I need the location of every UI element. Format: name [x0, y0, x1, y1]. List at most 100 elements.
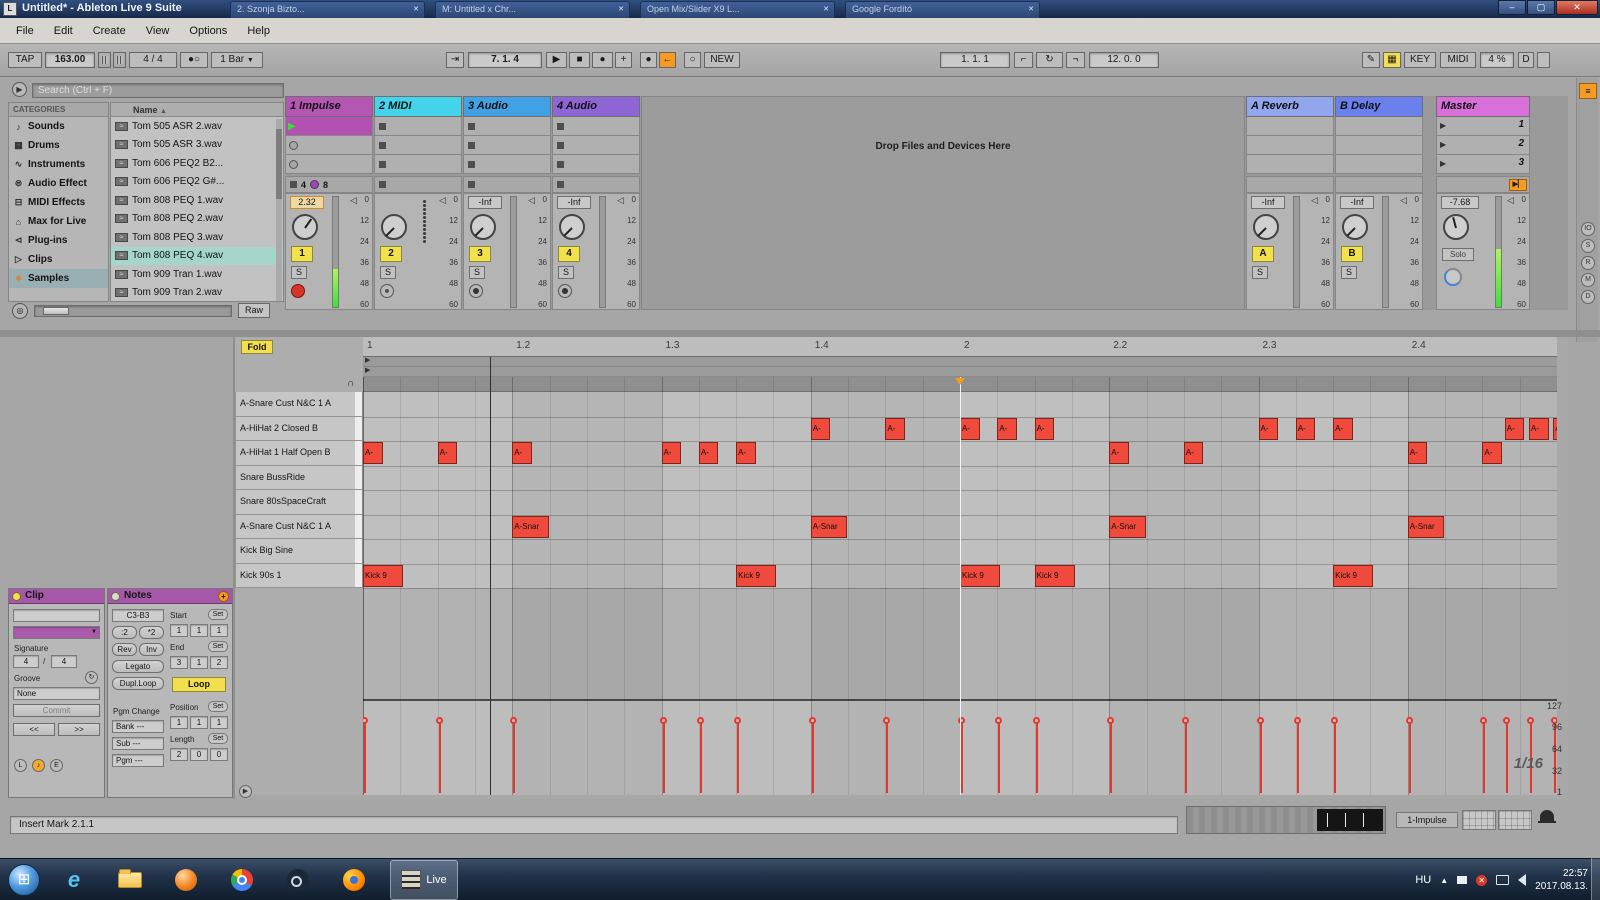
volume-knob[interactable]: [559, 214, 585, 240]
velocity-handle[interactable]: [1107, 716, 1115, 724]
clip-slot[interactable]: [374, 155, 462, 174]
midi-note[interactable]: A-: [1407, 442, 1428, 464]
midi-row-label[interactable]: A-Snare Cust N&C 1 A: [235, 514, 355, 539]
launch-box-toggle[interactable]: L: [14, 759, 27, 772]
fold-button[interactable]: Fold: [241, 340, 273, 354]
clip-stop-icon[interactable]: [468, 122, 475, 130]
taskbar-app-steam[interactable]: [272, 860, 324, 900]
track-activator[interactable]: 4: [558, 246, 580, 262]
arm-button[interactable]: [291, 284, 305, 298]
midi-note[interactable]: A-: [960, 417, 980, 440]
velocity-stem[interactable]: [737, 720, 740, 793]
end-beat-field[interactable]: 1: [190, 656, 208, 669]
velocity-stem[interactable]: [1110, 720, 1113, 793]
midi-note[interactable]: Kick 9: [960, 564, 1001, 587]
menu-file[interactable]: File: [6, 21, 44, 41]
midi-row-label[interactable]: A-Snare Cust N&C 1 A: [235, 392, 355, 417]
velocity-handle[interactable]: [1405, 716, 1413, 724]
velocity-handle[interactable]: [696, 716, 704, 724]
clip-slot[interactable]: [1246, 136, 1334, 155]
midi-map-button[interactable]: MIDI: [1440, 52, 1476, 68]
start-sixteenth-field[interactable]: 1: [210, 624, 228, 637]
velocity-handle[interactable]: [1331, 716, 1339, 724]
clip-stop-icon[interactable]: [557, 160, 564, 168]
clip-stop-icon[interactable]: [379, 141, 386, 149]
velocity-fold-icon[interactable]: ▶: [239, 785, 252, 798]
commit-button[interactable]: Commit: [13, 704, 100, 717]
scene-slot-3[interactable]: ▶ 3: [1436, 155, 1530, 174]
category-midi-effects[interactable]: ⊟ MIDI Effects: [9, 193, 108, 212]
menu-edit[interactable]: Edit: [44, 21, 83, 41]
preview-volume-slider[interactable]: [34, 305, 232, 317]
browser-collapse-icon[interactable]: ▶: [12, 82, 27, 97]
search-input[interactable]: Search (Ctrl + F): [32, 83, 284, 98]
velocity-handle[interactable]: [659, 716, 667, 724]
velocity-handle[interactable]: [808, 716, 816, 724]
velocity-stem[interactable]: [1035, 720, 1038, 793]
velocity-handle[interactable]: [1502, 716, 1510, 724]
track-status-row[interactable]: [463, 176, 551, 193]
solo-button[interactable]: S: [558, 266, 574, 279]
follow-button[interactable]: ⇥: [446, 52, 464, 68]
set-position-button[interactable]: Set: [208, 701, 228, 712]
clip-overview-strip[interactable]: [1186, 806, 1386, 834]
clip-slot[interactable]: [285, 155, 373, 174]
end-sixteenth-field[interactable]: 2: [210, 656, 228, 669]
sub-bank-select[interactable]: Sub ---: [112, 737, 164, 750]
velocity-stem[interactable]: [1408, 720, 1411, 793]
note-range-field[interactable]: C3-B3: [112, 609, 164, 622]
clip-slot[interactable]: [1335, 136, 1423, 155]
midi-note[interactable]: A-: [736, 442, 756, 464]
invert-button[interactable]: Inv: [139, 643, 164, 656]
velocity-handle[interactable]: [363, 716, 368, 724]
file-row[interactable]: ≈ Tom 606 PEQ2 B2...: [111, 154, 283, 173]
velocity-stem[interactable]: [1259, 720, 1262, 793]
session-record-button[interactable]: ●: [640, 52, 657, 68]
solo-button[interactable]: S: [1341, 266, 1357, 279]
show-r-toggle[interactable]: R: [1581, 256, 1595, 270]
midi-note[interactable]: Kick 9: [1034, 564, 1075, 587]
clip-signature-numerator[interactable]: 4: [13, 655, 39, 668]
velocity-stem[interactable]: [699, 720, 702, 793]
legato-button[interactable]: Legato: [112, 660, 164, 673]
clip-slot[interactable]: [552, 136, 640, 155]
set-end-button[interactable]: Set: [208, 641, 228, 652]
volume-knob[interactable]: [381, 214, 407, 240]
overview-toggle-icon[interactable]: ≡: [1579, 83, 1597, 99]
draw-mode-button[interactable]: ○: [684, 52, 701, 68]
tab-close-icon[interactable]: ✕: [411, 5, 421, 15]
file-row[interactable]: ≈ Tom 808 PEQ 1.wav: [111, 191, 283, 210]
headphone-icon[interactable]: ∩: [347, 378, 354, 389]
note-grid[interactable]: 1 1.2 1.3 1.4 2 2.2 2.3 2.4 ▶ ▶ A- A- A- A- A- A- A- A- A-…: [363, 337, 1557, 795]
track-header-master[interactable]: Master: [1436, 96, 1530, 117]
menu-view[interactable]: View: [136, 21, 180, 41]
track-activator[interactable]: 2: [380, 246, 402, 262]
solo-button[interactable]: S: [1252, 266, 1268, 279]
double-time-button[interactable]: *2: [139, 626, 164, 639]
loop-start-field[interactable]: 1. 1. 1: [940, 52, 1010, 68]
background-tab[interactable]: Google Fordító ✕: [845, 1, 1040, 18]
track-header-3-audio[interactable]: 3 Audio: [463, 96, 551, 117]
overdub-plus-button[interactable]: +: [615, 52, 632, 68]
velocity-handle[interactable]: [1293, 716, 1301, 724]
midi-note[interactable]: A-: [661, 442, 682, 464]
volume-knob[interactable]: [1342, 214, 1368, 240]
alert-badge-icon[interactable]: ✕: [1476, 874, 1488, 886]
midi-note[interactable]: A-: [1529, 417, 1549, 440]
midi-note[interactable]: A-: [1258, 417, 1279, 440]
velocity-stem[interactable]: [1184, 720, 1187, 793]
track-status-row[interactable]: ▶▏: [1436, 176, 1530, 193]
arm-button[interactable]: [558, 284, 572, 298]
midi-note[interactable]: A-: [1504, 417, 1525, 440]
record-button[interactable]: ●: [592, 52, 613, 68]
tap-button[interactable]: TAP: [8, 52, 42, 68]
loop-button[interactable]: ↻: [1036, 52, 1063, 68]
menu-help[interactable]: Help: [237, 21, 280, 41]
show-m-toggle[interactable]: M: [1581, 273, 1595, 287]
gain-value[interactable]: -Inf: [1251, 196, 1285, 209]
velocity-stem[interactable]: [1334, 720, 1337, 793]
taskbar-live-button[interactable]: Live: [390, 860, 458, 900]
volume-icon[interactable]: [1518, 874, 1527, 886]
show-io-toggle[interactable]: IO: [1581, 222, 1595, 236]
midi-note[interactable]: A-: [1034, 417, 1055, 440]
